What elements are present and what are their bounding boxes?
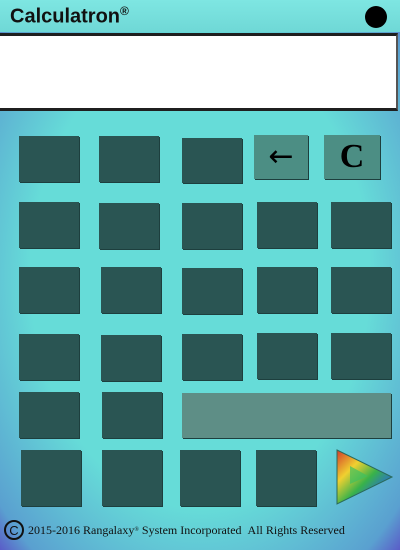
- title-bar: Calculatron®: [0, 0, 400, 32]
- clear-label: C: [339, 138, 365, 175]
- footer-company-rest: System Incorporated: [141, 522, 242, 537]
- play-button[interactable]: [334, 448, 394, 506]
- key-r1-c3[interactable]: [182, 138, 242, 183]
- display-screen: [0, 33, 398, 111]
- footer: C 2015-2016 Rangalaxy ® System Incorporat…: [4, 516, 400, 544]
- clear-button[interactable]: C: [324, 135, 380, 179]
- key-r6-c2[interactable]: [102, 450, 162, 506]
- key-r1-c1[interactable]: [19, 136, 79, 182]
- footer-rights: All Rights Reserved: [247, 522, 345, 537]
- app-title-text: Calculatron: [10, 5, 121, 28]
- key-r4-c3[interactable]: [182, 334, 242, 380]
- backspace-icon: ←: [268, 139, 294, 174]
- key-r4-c4[interactable]: [257, 333, 317, 379]
- wide-key[interactable]: [182, 393, 391, 438]
- key-r3-c5[interactable]: [331, 267, 391, 313]
- key-r3-c2[interactable]: [101, 267, 161, 313]
- key-r6-c3[interactable]: [180, 450, 240, 506]
- close-icon[interactable]: [365, 6, 387, 28]
- key-r2-c4[interactable]: [257, 202, 317, 248]
- key-r2-c5[interactable]: [331, 202, 391, 248]
- key-r4-c5[interactable]: [331, 333, 391, 379]
- footer-years: 2015-2016: [28, 522, 80, 537]
- play-triangle-icon: [336, 449, 394, 505]
- key-r2-c1[interactable]: [19, 202, 79, 248]
- footer-company: Rangalaxy: [83, 522, 135, 537]
- key-r2-c2[interactable]: [99, 203, 159, 249]
- key-r6-c1[interactable]: [21, 450, 81, 506]
- registered-mark: ®: [120, 4, 129, 18]
- key-r1-c2[interactable]: [99, 136, 159, 182]
- footer-company-mark: ®: [134, 527, 139, 533]
- key-r5-c2[interactable]: [102, 392, 162, 438]
- copyright-icon: C: [4, 520, 24, 540]
- key-r3-c4[interactable]: [257, 267, 317, 313]
- backspace-button[interactable]: ←: [254, 135, 308, 179]
- app-title: Calculatron®: [10, 4, 129, 29]
- key-r4-c2[interactable]: [101, 335, 161, 381]
- key-r3-c3[interactable]: [182, 268, 242, 314]
- key-r2-c3[interactable]: [182, 203, 242, 249]
- key-r5-c1[interactable]: [19, 392, 79, 438]
- key-r6-c4[interactable]: [256, 450, 316, 506]
- key-r4-c1[interactable]: [19, 334, 79, 380]
- key-r3-c1[interactable]: [19, 267, 79, 313]
